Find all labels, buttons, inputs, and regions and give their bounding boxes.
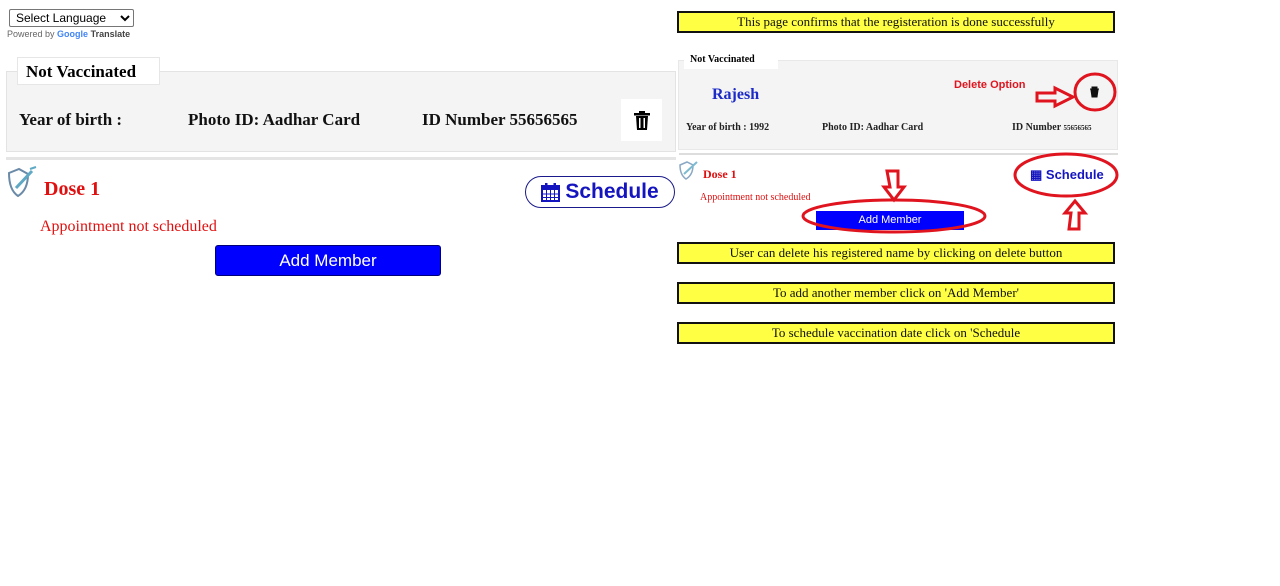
note-add-member: To add another member click on 'Add Memb…: [677, 282, 1115, 304]
down-arrow-icon: [880, 169, 908, 203]
vaccination-status-tab: Not Vaccinated: [17, 57, 160, 85]
add-member-highlight-ellipse: [801, 198, 987, 234]
powered-by-google-translate: Powered by Google Translate: [7, 29, 131, 39]
add-member-button[interactable]: Add Member: [215, 245, 441, 276]
photo-id: Photo ID: Aadhar Card: [188, 110, 361, 129]
language-select[interactable]: Select Language: [9, 9, 134, 27]
annotation-overlay: [801, 72, 1119, 234]
note-confirmation: This page confirms that the registeratio…: [677, 11, 1115, 33]
trash-icon: [633, 110, 650, 130]
right-arrow-icon: [1035, 85, 1077, 109]
up-arrow-icon: [1061, 198, 1089, 231]
schedule-highlight-ellipse: [1013, 152, 1119, 198]
divider: [6, 157, 676, 160]
delete-button[interactable]: [621, 99, 662, 141]
note-schedule: To schedule vaccination date click on 'S…: [677, 322, 1115, 344]
schedule-button[interactable]: Schedule: [525, 176, 675, 208]
annotated-trash-icon: [1090, 86, 1099, 98]
vaccine-shield-icon: [7, 166, 37, 198]
note-delete: User can delete his registered name by c…: [677, 242, 1115, 264]
appointment-status: Appointment not scheduled: [40, 218, 217, 235]
dose-title: Dose 1: [44, 178, 101, 200]
id-number: ID Number 55656565: [422, 110, 578, 129]
calendar-icon: [541, 182, 561, 202]
year-of-birth: Year of birth :: [19, 110, 123, 129]
